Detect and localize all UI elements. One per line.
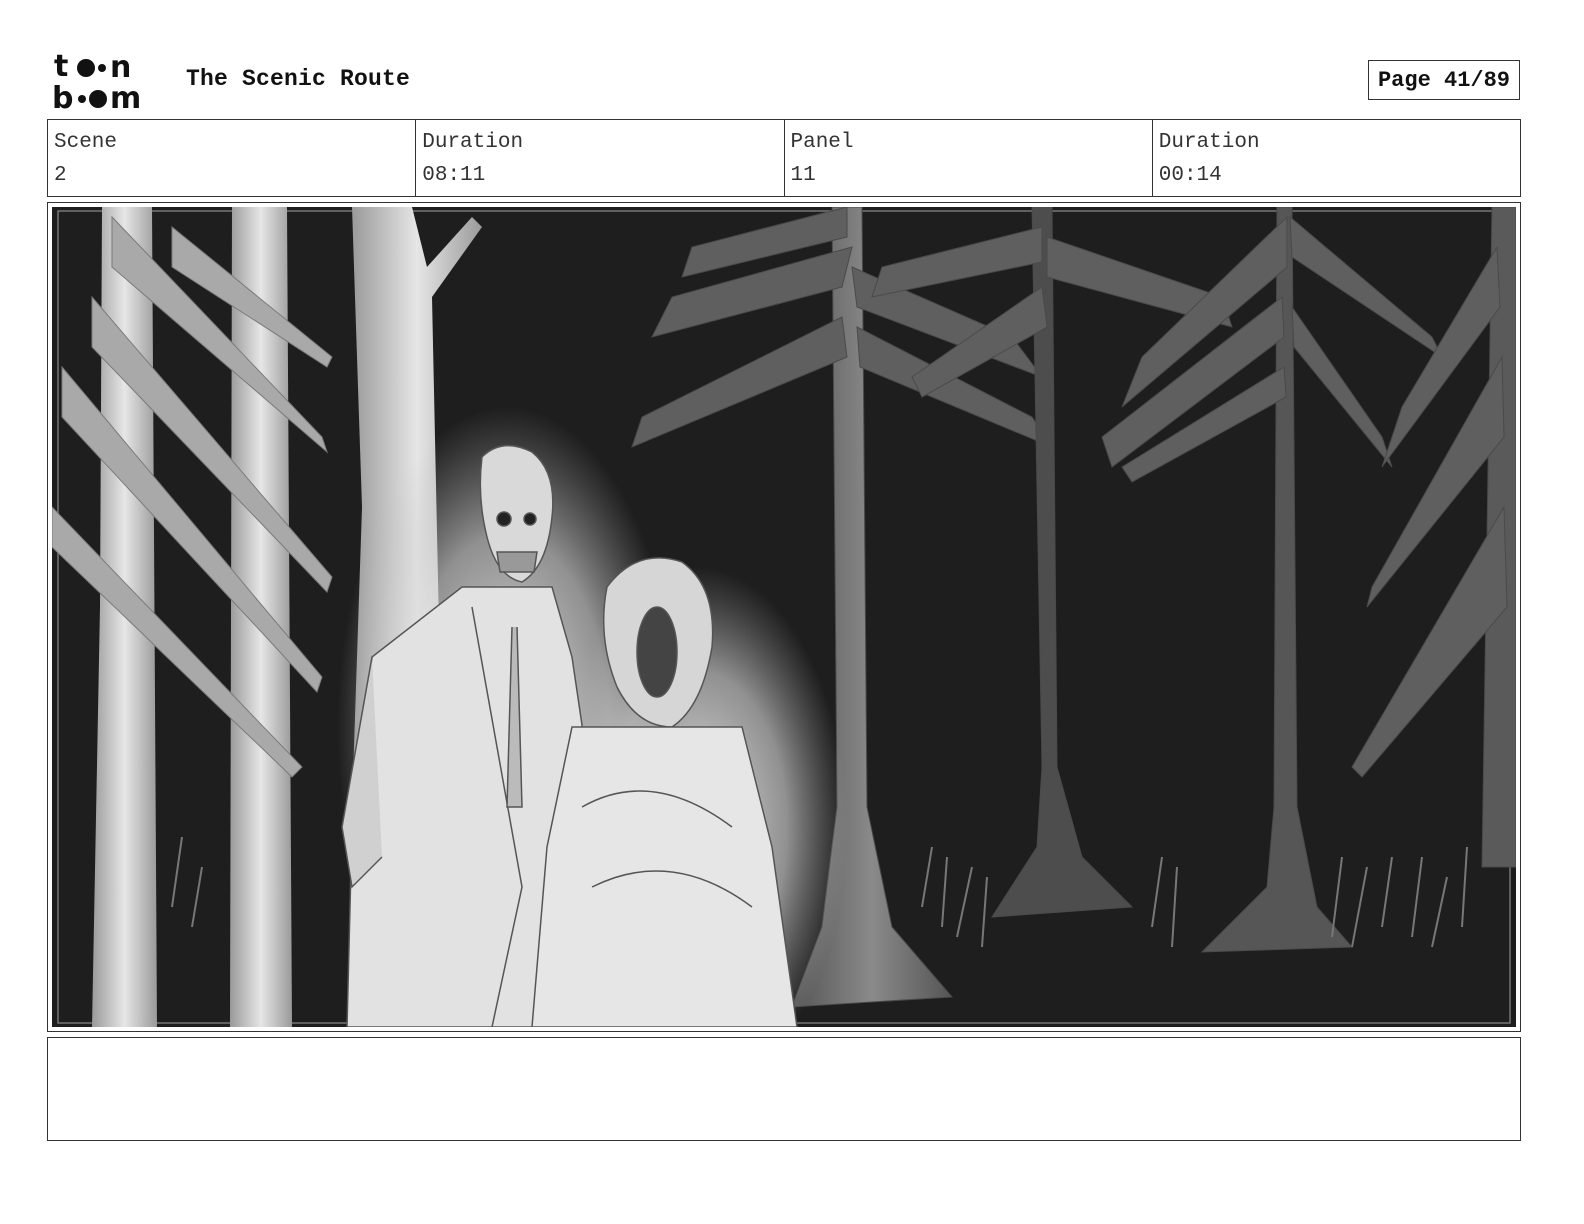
storyboard-panel	[47, 202, 1521, 1032]
svg-text:t: t	[54, 50, 68, 84]
scene-value: 2	[54, 164, 67, 187]
panel-duration-label: Duration	[1158, 131, 1260, 154]
panel-label: Panel	[790, 131, 854, 154]
scene-cell: Scene 2	[48, 120, 417, 196]
scene-duration-value: 08:11	[422, 164, 486, 187]
panel-value: 11	[790, 164, 816, 187]
svg-text:m: m	[110, 81, 141, 112]
notes-box	[47, 1037, 1521, 1141]
scene-label: Scene	[54, 131, 118, 154]
panel-duration-value: 00:14	[1158, 164, 1222, 187]
panel-drawing	[52, 207, 1516, 1027]
svg-text:n: n	[110, 50, 131, 85]
scene-duration-label: Duration	[422, 131, 524, 154]
scene-duration-cell: Duration 08:11	[416, 120, 785, 196]
page-number: Page 41/89	[1368, 60, 1520, 100]
panel-cell: Panel 11	[785, 120, 1153, 196]
toon-boom-logo: t n b m	[52, 50, 164, 112]
panel-duration-cell: Duration 00:14	[1153, 120, 1520, 196]
svg-text:b: b	[52, 81, 73, 112]
document-title: The Scenic Route	[186, 66, 411, 92]
scene-info-row: Scene 2 Duration 08:11 Panel 11 Duration…	[47, 119, 1521, 197]
